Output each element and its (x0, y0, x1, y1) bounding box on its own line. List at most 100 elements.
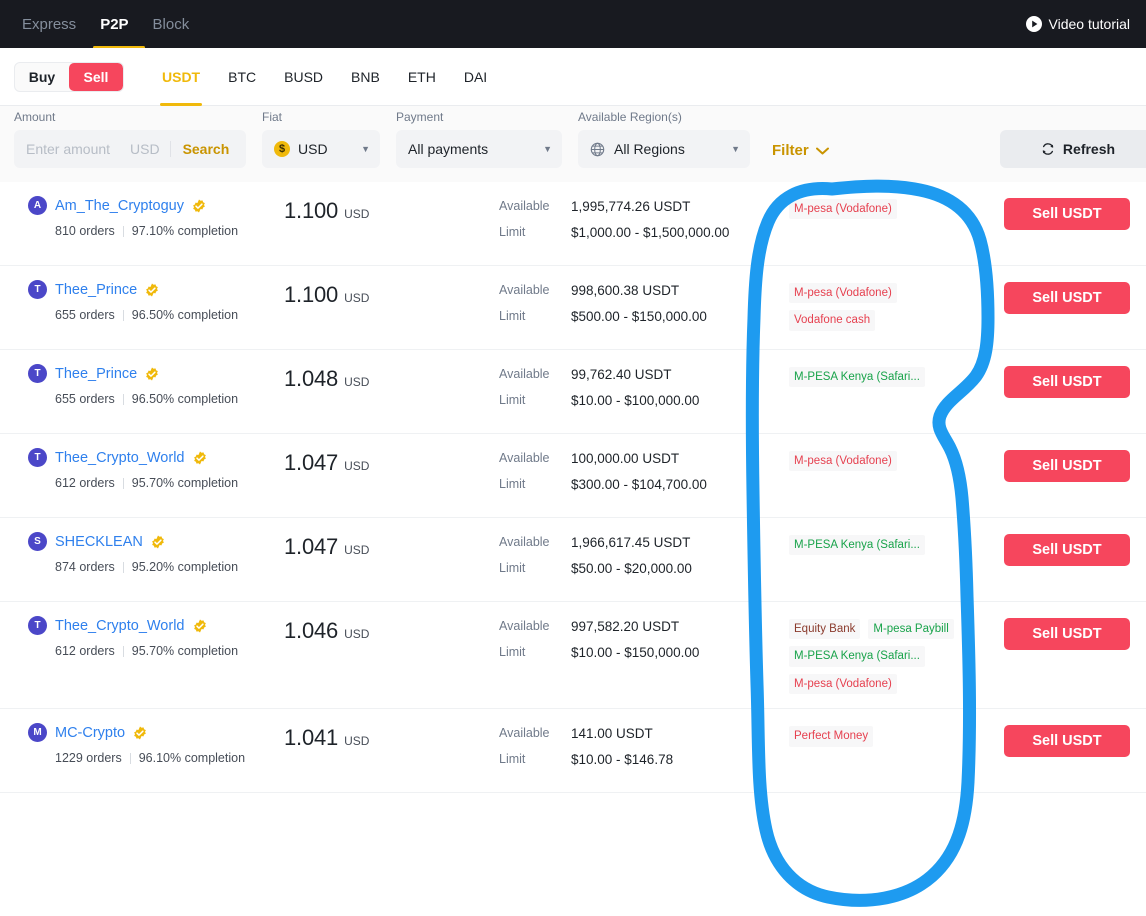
advertiser-name-link[interactable]: Am_The_Cryptoguy (55, 198, 184, 214)
limit-line: Limit $500.00 - $150,000.00 (499, 309, 789, 324)
coin-tab-dai[interactable]: DAI (450, 48, 501, 106)
coin-tab-bnb[interactable]: BNB (337, 48, 394, 106)
chevron-down-icon: ▼ (543, 144, 552, 154)
sell-usdt-button[interactable]: Sell USDT (1004, 725, 1130, 758)
advertiser-name-line: S SHECKLEAN (28, 532, 284, 551)
price-currency: USD (344, 207, 370, 221)
limits-cell: Available 1,966,617.45 USDT Limit $50.00 - … (499, 532, 789, 587)
amount-divider (169, 141, 171, 157)
limit-label: Limit (499, 309, 526, 323)
table-row: T Thee_Prince 655 orders 96.50% completion 1… (0, 350, 1146, 434)
sell-usdt-button[interactable]: Sell USDT (1004, 198, 1130, 230)
fiat-label: Fiat (262, 110, 283, 124)
completion-rate: 95.20% completion (131, 560, 239, 574)
table-row: T Thee_Crypto_World 612 orders 95.70% compl… (0, 434, 1146, 518)
top-nav-tab-p2p-label: P2P (100, 15, 129, 33)
limit-line: Limit $10.00 - $100,000.00 (499, 393, 789, 408)
price-value: 1.041 (284, 725, 339, 751)
avatar: T (28, 448, 47, 467)
price-currency: USD (344, 627, 370, 641)
avatar: T (28, 364, 47, 383)
avatar: M (28, 723, 47, 743)
advertiser-name-link[interactable]: SHECKLEAN (55, 534, 143, 550)
top-nav-tab-express[interactable]: Express (18, 0, 88, 48)
stats-divider (122, 561, 124, 573)
search-button[interactable]: Search (183, 141, 230, 157)
payment-select[interactable]: All payments ▼ (396, 130, 562, 168)
coin-tab-eth[interactable]: ETH (394, 48, 450, 106)
available-label: Available (499, 367, 550, 381)
advertiser-name-link[interactable]: Thee_Prince (55, 282, 137, 298)
advertiser-cell: T Thee_Crypto_World 612 orders 95.70% compl… (14, 616, 284, 658)
orders-count: 612 orders (55, 476, 115, 490)
fiat-select[interactable]: $ USD ▼ (262, 130, 380, 168)
sell-usdt-button[interactable]: Sell USDT (1004, 366, 1130, 398)
advertiser-stats: 655 orders 96.50% completion (55, 392, 284, 406)
available-line: Available 100,000.00 USDT (499, 451, 789, 466)
limit-label: Limit (499, 561, 526, 575)
avatar: T (28, 280, 47, 299)
available-value: 1,995,774.26 USDT (571, 199, 691, 214)
stats-divider (122, 477, 124, 489)
coin-tab-bnb-label: BNB (351, 68, 380, 85)
advertiser-name-line: T Thee_Prince (28, 280, 284, 299)
price-value: 1.047 (284, 450, 339, 475)
action-cell: Sell USDT (989, 532, 1132, 566)
price-cell: 1.041 USD (284, 723, 499, 751)
action-cell: Sell USDT (989, 364, 1132, 398)
buy-tab[interactable]: Buy (15, 63, 69, 91)
amount-input[interactable] (26, 141, 130, 157)
coin-tab-usdt-label: USDT (162, 68, 201, 85)
payment-filter-group: Payment All payments ▼ (396, 110, 562, 168)
available-label: Available (499, 535, 550, 549)
advertiser-name-line: T Thee_Prince (28, 364, 284, 383)
coin-tab-usdt[interactable]: USDT (148, 48, 214, 106)
limit-label: Limit (499, 752, 526, 767)
sell-tab[interactable]: Sell (69, 62, 123, 91)
avatar: T (28, 616, 47, 635)
completion-rate: 96.50% completion (131, 392, 239, 406)
advertiser-name-link[interactable]: Thee_Prince (55, 366, 137, 382)
stats-divider (122, 309, 124, 321)
advertiser-cell: T Thee_Crypto_World 612 orders 95.70% compl… (14, 448, 284, 490)
top-nav-tab-p2p[interactable]: P2P (88, 0, 140, 48)
payment-method-tag: M-pesa (Vodafone) (789, 673, 897, 695)
filter-button[interactable]: Filter (772, 142, 829, 159)
advertiser-name-link[interactable]: MC-Crypto (55, 725, 125, 741)
top-nav-tab-block[interactable]: Block (141, 0, 202, 48)
coin-tab-busd[interactable]: BUSD (270, 48, 337, 106)
sell-usdt-button[interactable]: Sell USDT (1004, 618, 1130, 650)
payment-method-tag: M-PESA Kenya (Safari... (789, 535, 925, 556)
advertisers-table: A Am_The_Cryptoguy 810 orders 97.10% comple… (0, 182, 1146, 794)
available-line: Available 99,762.40 USDT (499, 367, 789, 382)
region-select[interactable]: All Regions ▼ (578, 130, 750, 168)
price-value: 1.100 (284, 198, 339, 223)
sell-usdt-button[interactable]: Sell USDT (1004, 450, 1130, 482)
completion-rate: 95.70% completion (131, 644, 239, 658)
video-tutorial-link[interactable]: Video tutorial (1025, 16, 1130, 32)
sell-usdt-button[interactable]: Sell USDT (1004, 534, 1130, 566)
price-value: 1.100 (284, 282, 339, 307)
advertiser-name-link[interactable]: Thee_Crypto_World (55, 618, 185, 634)
available-line: Available 141.00 USDT (499, 726, 789, 741)
payment-label: Payment (396, 110, 444, 124)
verified-badge-icon (193, 451, 206, 464)
table-row: T Thee_Prince 655 orders 96.50% completion 1… (0, 266, 1146, 350)
verified-badge-icon (146, 367, 159, 380)
sell-usdt-button[interactable]: Sell USDT (1004, 282, 1130, 314)
refresh-button[interactable]: Refresh (1000, 130, 1146, 168)
coin-tab-btc[interactable]: BTC (214, 48, 270, 106)
action-cell: Sell USDT (989, 196, 1132, 230)
limit-label: Limit (499, 393, 526, 407)
orders-count: 874 orders (55, 560, 115, 574)
chevron-down-icon: ▼ (361, 144, 370, 154)
completion-rate: 95.70% completion (131, 476, 239, 490)
advertiser-name-link[interactable]: Thee_Crypto_World (55, 450, 185, 466)
limit-line: Limit $1,000.00 - $1,500,000.00 (499, 225, 789, 240)
region-label: Available Region(s) (578, 110, 682, 124)
limits-cell: Available 998,600.38 USDT Limit $500.00 - $… (499, 280, 789, 335)
price-currency: USD (344, 459, 370, 473)
fiat-select-value: USD (298, 141, 328, 157)
price-cell: 1.048 USD (284, 364, 499, 392)
price-cell: 1.047 USD (284, 532, 499, 560)
